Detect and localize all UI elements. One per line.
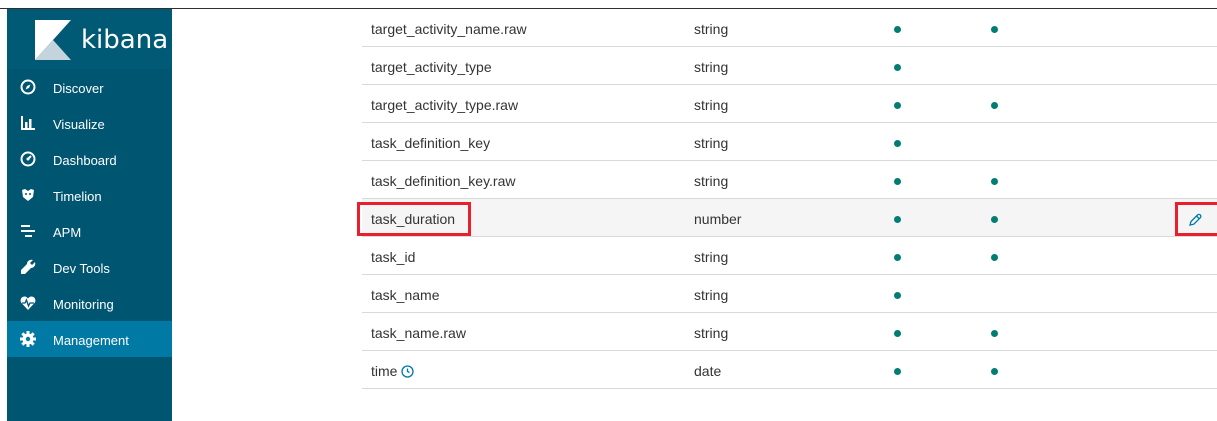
- sidebar-item-timelion[interactable]: Timelion: [7, 177, 172, 213]
- field-type: string: [694, 59, 729, 75]
- gear-icon: [20, 331, 36, 347]
- wrench-icon: [21, 259, 36, 274]
- table-row: target_activity_type string: [362, 47, 1217, 85]
- aggregatable-dot-icon: [991, 26, 998, 33]
- table-row: target_activity_name.raw string: [362, 9, 1217, 47]
- table-row: time date: [362, 351, 1217, 389]
- sidebar-item-management[interactable]: Management: [7, 321, 172, 357]
- field-type: date: [694, 363, 722, 379]
- field-type: string: [694, 97, 729, 113]
- gauge-icon: [20, 151, 36, 167]
- bar-chart-icon: [21, 116, 35, 130]
- sidebar: kibana Discover Visualize Dashboard Time…: [7, 9, 172, 421]
- sidebar-item-label: Timelion: [53, 189, 102, 204]
- field-name: task_name.raw: [371, 325, 466, 341]
- sidebar-item-label: APM: [53, 225, 82, 240]
- field-name: task_id: [371, 249, 416, 265]
- field-name: time: [371, 363, 398, 379]
- table-row: task_name string: [362, 275, 1217, 313]
- field-name: target_activity_type: [371, 59, 492, 75]
- sidebar-item-label: Management: [53, 333, 129, 348]
- field-type: string: [694, 135, 729, 151]
- field-type: string: [694, 249, 729, 265]
- field-name: task_duration: [371, 211, 456, 227]
- sidebar-item-visualize[interactable]: Visualize: [7, 105, 172, 141]
- aggregatable-dot-icon: [991, 178, 998, 185]
- brand[interactable]: kibana: [7, 9, 172, 69]
- aggregatable-dot-icon: [991, 254, 998, 261]
- searchable-dot-icon: [894, 178, 901, 185]
- aggregatable-dot-icon: [991, 368, 998, 375]
- edit-field-button[interactable]: [1175, 202, 1217, 236]
- table-row: task_definition_key.raw string: [362, 161, 1217, 199]
- timelion-icon: [22, 189, 34, 201]
- field-type: string: [694, 287, 729, 303]
- sidebar-nav: Discover Visualize Dashboard Timelion AP…: [7, 69, 172, 357]
- field-type: string: [694, 325, 729, 341]
- searchable-dot-icon: [894, 368, 901, 375]
- sidebar-item-label: Dev Tools: [53, 261, 110, 276]
- sidebar-item-label: Dashboard: [53, 153, 117, 168]
- top-border: [0, 0, 1217, 9]
- aggregatable-dot-icon: [991, 330, 998, 337]
- sidebar-item-dashboard[interactable]: Dashboard: [7, 141, 172, 177]
- sidebar-item-label: Monitoring: [53, 297, 114, 312]
- field-name: target_activity_type.raw: [371, 97, 519, 113]
- field-name: task_definition_key: [371, 135, 491, 151]
- apm-icon: [21, 225, 35, 237]
- field-type: string: [694, 173, 729, 189]
- searchable-dot-icon: [894, 102, 901, 109]
- fields-table: target_activity_name.raw string target_a…: [357, 9, 1217, 389]
- searchable-dot-icon: [894, 26, 901, 33]
- field-name: target_activity_name.raw: [371, 21, 527, 37]
- table-row: task_name.raw string: [362, 313, 1217, 351]
- sidebar-item-label: Visualize: [53, 117, 105, 132]
- field-type: string: [694, 21, 729, 37]
- aggregatable-dot-icon: [991, 102, 998, 109]
- kibana-logo-icon: [35, 20, 71, 60]
- sidebar-item-dev-tools[interactable]: Dev Tools: [7, 249, 172, 285]
- searchable-dot-icon: [894, 64, 901, 71]
- searchable-dot-icon: [894, 254, 901, 261]
- field-name: task_definition_key.raw: [371, 173, 516, 189]
- searchable-dot-icon: [894, 216, 901, 223]
- table-row-highlighted: task_duration number: [357, 199, 1217, 237]
- heartbeat-icon: [20, 296, 36, 310]
- searchable-dot-icon: [894, 330, 901, 337]
- field-name-cell: time: [371, 363, 415, 379]
- aggregatable-dot-icon: [991, 216, 998, 223]
- field-type: number: [694, 211, 742, 227]
- sidebar-item-apm[interactable]: APM: [7, 213, 172, 249]
- table-row: task_definition_key string: [362, 123, 1217, 161]
- pencil-icon: [1189, 213, 1202, 226]
- field-name: task_name: [371, 287, 440, 303]
- brand-name: kibana: [81, 25, 169, 55]
- searchable-dot-icon: [894, 292, 901, 299]
- sidebar-item-discover[interactable]: Discover: [7, 69, 172, 105]
- table-row: task_id string: [362, 237, 1217, 275]
- searchable-dot-icon: [894, 140, 901, 147]
- compass-icon: [20, 79, 36, 95]
- sidebar-item-label: Discover: [53, 81, 104, 96]
- table-row: target_activity_type.raw string: [362, 85, 1217, 123]
- clock-icon: [401, 365, 415, 378]
- sidebar-item-monitoring[interactable]: Monitoring: [7, 285, 172, 321]
